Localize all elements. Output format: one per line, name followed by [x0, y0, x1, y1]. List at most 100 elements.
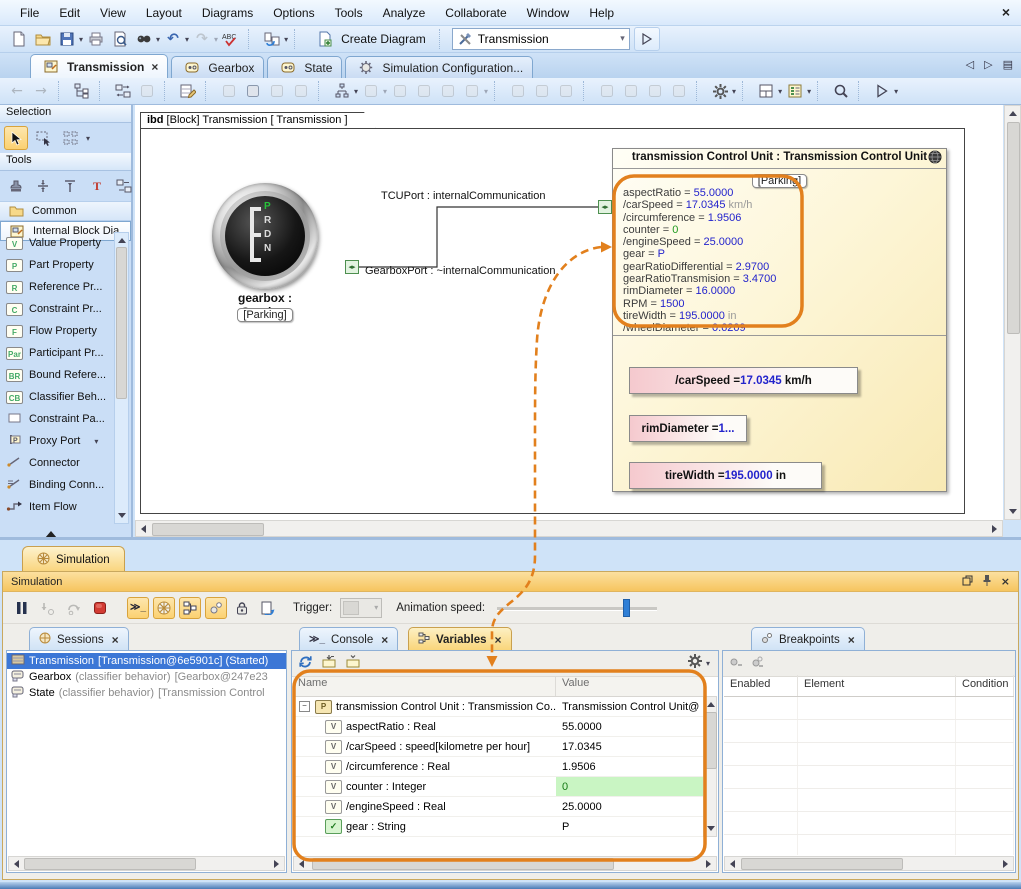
- align-middle-icon-button[interactable]: [31, 174, 55, 198]
- search-icon[interactable]: [830, 80, 852, 102]
- simulation-dock-tab[interactable]: Simulation: [22, 546, 125, 572]
- swap-sides-icon[interactable]: [113, 175, 135, 197]
- animate-toggle-icon[interactable]: [154, 597, 174, 619]
- align-top-icon[interactable]: [59, 175, 81, 197]
- layout-icon[interactable]: [331, 80, 353, 102]
- animation-speed-slider[interactable]: [497, 599, 657, 617]
- refresh-icon[interactable]: [298, 654, 313, 674]
- export-icon[interactable]: [257, 597, 279, 619]
- menu-help[interactable]: Help: [579, 3, 624, 23]
- add-breakpoint-icon[interactable]: [729, 655, 743, 673]
- variable-row[interactable]: Vcounter : Integer0: [293, 777, 705, 797]
- variable-row[interactable]: VaspectRatio : Real55.0000: [293, 717, 705, 737]
- tcu-part-box[interactable]: transmission Control Unit : Transmission…: [612, 148, 947, 492]
- palette-item-classifier-beh-[interactable]: CBClassifier Beh...: [0, 386, 118, 408]
- save-icon-button[interactable]: ▾: [56, 28, 83, 50]
- console-toggle-icon[interactable]: ≫_: [128, 597, 148, 619]
- palette-item-binding-conn-[interactable]: Binding Conn...: [0, 474, 118, 496]
- gear-icon-button[interactable]: ▾: [709, 80, 736, 102]
- run-configuration-button[interactable]: [634, 27, 660, 51]
- variables-toggle-icon-button[interactable]: [179, 597, 201, 619]
- stop-icon-button[interactable]: [89, 597, 111, 619]
- simulation-context-combobox[interactable]: Transmission ▾: [452, 28, 630, 50]
- canvas-horizontal-scrollbar[interactable]: [135, 520, 1003, 537]
- export-icon-button[interactable]: [257, 597, 279, 619]
- variables-options-button[interactable]: ▾: [688, 654, 710, 673]
- marquee-icon[interactable]: [32, 127, 54, 149]
- lock-icon[interactable]: [231, 597, 253, 619]
- close-icon[interactable]: ×: [381, 633, 388, 647]
- variable-row[interactable]: V/carSpeed : speed[kilometre per hour]17…: [293, 737, 705, 757]
- variables-vertical-scrollbar[interactable]: [703, 696, 717, 837]
- cursor-icon[interactable]: [5, 127, 27, 149]
- palette-item-flow-property[interactable]: FFlow Property: [0, 320, 118, 342]
- session-row[interactable]: State(classifier behavior) [Transmission…: [7, 685, 286, 701]
- open-icon-button[interactable]: [32, 28, 54, 50]
- tab-sessions[interactable]: Sessions×: [29, 627, 129, 651]
- stamp-icon[interactable]: [5, 175, 27, 197]
- text-icon[interactable]: T: [86, 175, 108, 197]
- palette-item-participant-pr-[interactable]: ParParticipant Pr...: [0, 342, 118, 364]
- session-row[interactable]: Transmission [Transmission@6e5901c] (Sta…: [7, 653, 286, 669]
- print-icon[interactable]: [85, 28, 107, 50]
- column-name[interactable]: Name: [293, 677, 556, 696]
- chevron-down-icon[interactable]: ▾: [354, 87, 358, 96]
- swap-icon-button[interactable]: [112, 80, 134, 102]
- print-preview-icon-button[interactable]: [109, 28, 131, 50]
- carspeed-value-box[interactable]: /carSpeed = 17.0345 km/h: [629, 367, 858, 394]
- create-diagram-button[interactable]: Create Diagram: [307, 26, 433, 52]
- chevron-down-icon[interactable]: ▾: [732, 87, 736, 96]
- slider-handle[interactable]: [623, 599, 630, 617]
- sessions-horizontal-scrollbar[interactable]: [8, 856, 285, 871]
- pin-icon[interactable]: [982, 574, 992, 589]
- breakpoints-horizontal-scrollbar[interactable]: [724, 856, 1014, 871]
- find-icon-button[interactable]: ▾: [133, 28, 160, 50]
- window-layout-icon-button[interactable]: ▾: [755, 80, 782, 102]
- sim-config-icon[interactable]: [355, 57, 377, 79]
- undo-icon-button[interactable]: ↶▾: [162, 28, 189, 50]
- palette-item-value-property[interactable]: VValue Property: [0, 232, 118, 254]
- edit-compartments-icon[interactable]: [177, 80, 199, 102]
- canvas-vertical-scrollbar[interactable]: [1004, 105, 1021, 520]
- scroll-tabs-right-icon[interactable]: ▷: [984, 58, 992, 71]
- print-icon-button[interactable]: [85, 28, 107, 50]
- menu-layout[interactable]: Layout: [136, 3, 192, 23]
- stop-icon[interactable]: [89, 597, 111, 619]
- session-row[interactable]: Gearbox(classifier behavior) [Gearbox@24…: [7, 669, 286, 685]
- close-icon[interactable]: ×: [495, 633, 502, 647]
- export-variables-icon[interactable]: [321, 654, 337, 673]
- transfer-icon-button[interactable]: ▾: [261, 28, 288, 50]
- collapse-icon[interactable]: −: [299, 701, 310, 712]
- chevron-down-icon[interactable]: ▾: [156, 35, 160, 44]
- palette-group-common[interactable]: Common: [0, 201, 131, 221]
- menu-file[interactable]: File: [10, 3, 49, 23]
- marquee-icon-button[interactable]: [31, 126, 55, 150]
- console-toggle-icon-button[interactable]: ≫_: [127, 597, 149, 619]
- transfer-icon[interactable]: [261, 28, 283, 50]
- open-icon[interactable]: [32, 28, 54, 50]
- menu-window[interactable]: Window: [517, 3, 580, 23]
- print-preview-icon[interactable]: [109, 28, 131, 50]
- legend-icon-button[interactable]: ▾: [784, 80, 811, 102]
- palette-collapse-button[interactable]: [45, 525, 57, 543]
- dock-separator[interactable]: [0, 537, 1021, 540]
- multi-select-icon[interactable]: [59, 127, 81, 149]
- text-icon-button[interactable]: T: [85, 174, 109, 198]
- menu-tools[interactable]: Tools: [325, 3, 373, 23]
- tab-console[interactable]: ≫_ Console×: [299, 627, 398, 651]
- menu-edit[interactable]: Edit: [49, 3, 90, 23]
- palette-scrollbar[interactable]: [114, 232, 129, 524]
- save-icon[interactable]: [56, 28, 78, 50]
- column-enabled[interactable]: Enabled: [724, 675, 798, 696]
- palette-item-reference-pr-[interactable]: RReference Pr...: [0, 276, 118, 298]
- tcu-port-label[interactable]: TCUPort : internalCommunication: [381, 190, 545, 202]
- menu-analyze[interactable]: Analyze: [373, 3, 436, 23]
- breakpoints-toggle-icon[interactable]: [206, 597, 226, 619]
- trigger-combobox[interactable]: ▾: [340, 598, 382, 618]
- containment-tree-icon[interactable]: [71, 80, 93, 102]
- gearbox-port-label[interactable]: GearboxPort : ~internalCommunication: [365, 265, 555, 277]
- multi-select-icon-button[interactable]: [58, 126, 82, 150]
- palette-item-connector[interactable]: Connector: [0, 452, 118, 474]
- close-icon[interactable]: ×: [112, 633, 119, 647]
- swap-sides-icon-button[interactable]: [112, 174, 136, 198]
